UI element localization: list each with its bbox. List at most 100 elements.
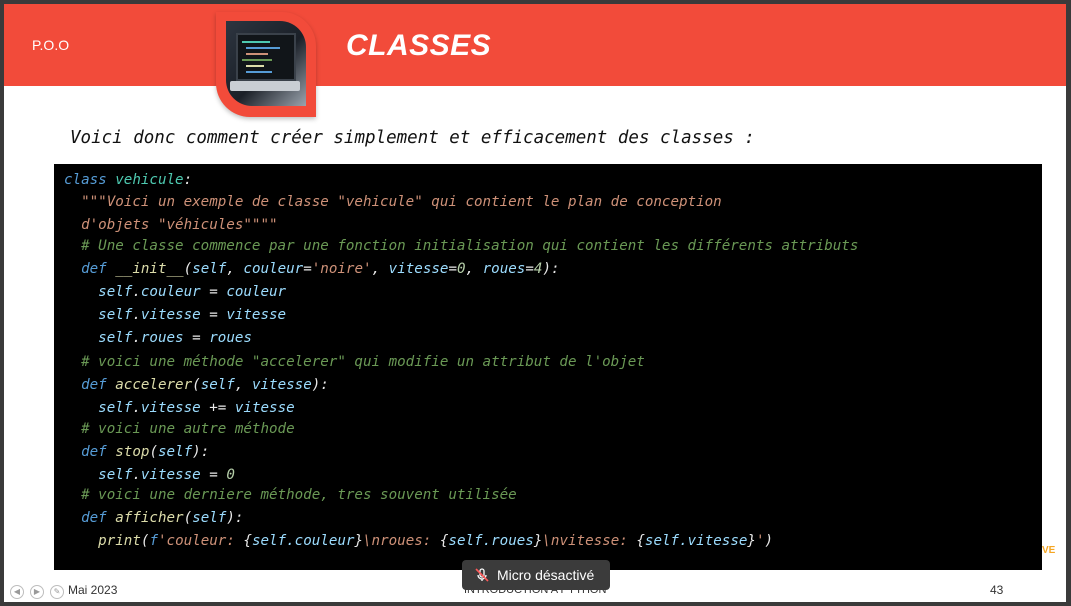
code-token: . — [132, 284, 141, 300]
code-line: # voici une autre méthode — [64, 421, 295, 437]
code-token: ) — [764, 533, 774, 549]
code-token: = — [183, 330, 210, 346]
code-token: 0 — [457, 261, 466, 277]
code-token: vitesse — [234, 400, 295, 416]
code-token: vehicule — [115, 172, 184, 188]
code-line: class vehicule: — [64, 172, 192, 188]
code-line: self.vitesse += vitesse — [64, 400, 295, 416]
code-token: def — [81, 377, 116, 393]
code-line: print(f'couleur: {self.couleur}\nroues: … — [64, 533, 773, 549]
code-token: . — [132, 400, 141, 416]
code-token: = — [200, 284, 227, 300]
code-token: self — [98, 307, 133, 323]
code-line: def accelerer(self, vitesse): — [64, 377, 329, 393]
code-token: ): — [226, 510, 244, 526]
code-line: # voici une méthode "accelerer" qui modi… — [64, 354, 645, 370]
slide-header: P.O.O CLASSES — [4, 4, 1066, 86]
code-token: ( — [192, 377, 201, 393]
code-token: \nvitesse: — [542, 533, 637, 549]
code-token: # voici une autre méthode — [81, 421, 295, 437]
code-block: class vehicule: """Voici un exemple de c… — [54, 164, 1042, 570]
code-token: { — [636, 533, 645, 549]
code-token: afficher — [115, 510, 184, 526]
footer-date: Mai 2023 — [68, 583, 118, 597]
code-token: , — [226, 261, 244, 277]
code-token: { — [243, 533, 252, 549]
next-slide-icon[interactable]: ▶ — [30, 585, 44, 599]
code-token: } — [747, 533, 756, 549]
code-token: def — [81, 510, 116, 526]
slide-title: CLASSES — [346, 29, 492, 62]
code-token: def — [81, 444, 116, 460]
code-token: . — [132, 330, 141, 346]
code-token: = — [448, 261, 457, 277]
code-token: = — [525, 261, 534, 277]
code-token: roues — [482, 261, 526, 277]
code-line: """Voici un exemple de classe "vehicule"… — [64, 194, 722, 210]
code-token: """Voici un exemple de classe "vehicule"… — [81, 194, 722, 210]
code-line: def __init__(self, couleur='noire', vite… — [64, 261, 560, 277]
code-line: d'objets "véhicules"""" — [64, 217, 277, 233]
code-token: , — [465, 261, 483, 277]
code-token: # voici une méthode "accelerer" qui modi… — [81, 354, 645, 370]
code-token: ( — [183, 510, 193, 526]
code-token: self — [200, 377, 235, 393]
code-token: 'couleur: — [157, 533, 244, 549]
code-token: roues — [209, 330, 252, 346]
code-token: vitesse — [251, 377, 312, 393]
course-label: P.O.O — [32, 37, 70, 53]
code-token: couleur — [243, 261, 304, 277]
code-token: 0 — [226, 467, 235, 483]
mic-off-icon — [475, 568, 489, 582]
laptop-photo-frame — [216, 12, 316, 117]
code-token: self — [98, 330, 133, 346]
code-token: = — [200, 307, 227, 323]
code-token: ' — [755, 533, 765, 549]
laptop-base-icon — [230, 81, 300, 91]
slide-number: 43 — [990, 583, 1004, 597]
code-token: self — [98, 467, 133, 483]
code-token: stop — [115, 444, 150, 460]
code-token: print — [98, 533, 141, 549]
code-token: self — [192, 510, 227, 526]
code-token: self — [192, 261, 227, 277]
code-token: def — [81, 261, 116, 277]
code-token: # voici une derniere méthode, tres souve… — [81, 487, 517, 503]
code-token: roues — [140, 330, 184, 346]
code-token: , — [371, 261, 389, 277]
code-line: self.vitesse = vitesse — [64, 307, 286, 323]
pen-icon[interactable]: ✎ — [50, 585, 64, 599]
code-token: 'noire' — [311, 261, 372, 277]
code-token: self — [98, 400, 133, 416]
code-line: # Une classe commence par une fonction i… — [64, 238, 858, 254]
code-token: self — [98, 284, 133, 300]
code-token: ): — [192, 444, 210, 460]
code-line: def stop(self): — [64, 444, 209, 460]
code-token: # Une classe commence par une fonction i… — [81, 238, 859, 254]
code-token: accelerer — [115, 377, 193, 393]
code-token: ): — [542, 261, 560, 277]
code-token: vitesse — [140, 307, 201, 323]
code-token: self.vitesse — [644, 533, 748, 549]
code-line: self.vitesse = 0 — [64, 467, 235, 483]
code-token: self — [157, 444, 193, 460]
code-token: } — [354, 533, 363, 549]
code-line: self.couleur = couleur — [64, 284, 286, 300]
code-token: vitesse — [388, 261, 449, 277]
intro-text: Voici donc comment créer simplement et e… — [70, 128, 755, 148]
laptop-screen-icon — [236, 33, 296, 81]
code-token: ( — [183, 261, 193, 277]
code-token: vitesse — [226, 307, 287, 323]
code-token: __init__ — [115, 261, 184, 277]
code-token: vitesse — [140, 400, 201, 416]
laptop-photo — [226, 21, 306, 106]
code-line: self.roues = roues — [64, 330, 252, 346]
code-token: = — [200, 467, 227, 483]
code-token: ): — [311, 377, 329, 393]
code-token: self.couleur — [251, 533, 355, 549]
code-token: couleur — [226, 284, 287, 300]
previous-slide-icon[interactable]: ◀ — [10, 585, 24, 599]
code-line: # voici une derniere méthode, tres souve… — [64, 487, 517, 503]
code-line: def afficher(self): — [64, 510, 243, 526]
code-token: = — [303, 261, 312, 277]
